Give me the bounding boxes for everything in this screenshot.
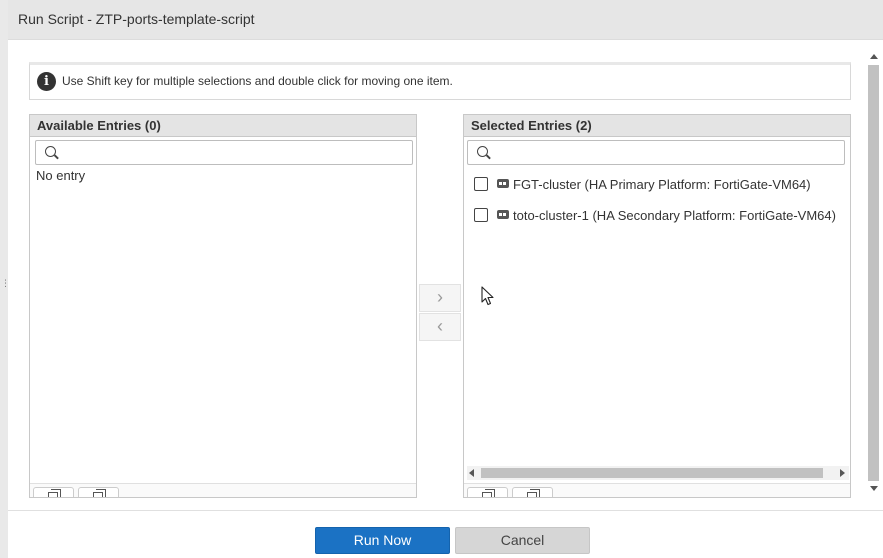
selected-entries-list: FGT-cluster (HA Primary Platform: FortiG… (464, 173, 850, 235)
list-item[interactable]: FGT-cluster (HA Primary Platform: FortiG… (464, 173, 850, 204)
cancel-button[interactable]: Cancel (455, 527, 590, 554)
available-panel-footer (30, 483, 416, 497)
horizontal-scrollbar[interactable] (467, 466, 849, 480)
scrollbar-thumb[interactable] (481, 468, 823, 478)
info-banner: i Use Shift key for multiple selections … (29, 62, 851, 100)
available-search-box[interactable] (35, 140, 413, 165)
selected-panel-footer (464, 483, 850, 497)
selected-entries-panel: Selected Entries (2) FGT-cluster (HA Pri… (463, 114, 851, 498)
item-checkbox[interactable] (474, 208, 488, 222)
item-label: FGT-cluster (HA Primary Platform: FortiG… (513, 177, 811, 192)
available-search-input[interactable] (62, 143, 407, 162)
select-all-button[interactable] (467, 487, 508, 497)
scroll-up-icon[interactable] (870, 54, 878, 59)
scroll-down-icon[interactable] (870, 486, 878, 491)
vertical-scrollbar[interactable] (866, 50, 881, 497)
run-script-dialog: ⋮ Run Script - ZTP-ports-template-script… (0, 0, 883, 558)
ha-cluster-device-icon (497, 210, 509, 219)
no-entry-text: No entry (36, 168, 86, 183)
resize-strip[interactable]: ⋮ (0, 0, 10, 558)
available-entries-header: Available Entries (0) (30, 115, 416, 137)
scroll-right-icon[interactable] (840, 469, 845, 477)
run-now-button[interactable]: Run Now (315, 527, 450, 554)
mouse-cursor-icon (481, 286, 494, 306)
search-icon (477, 146, 488, 157)
dialog-title: Run Script - ZTP-ports-template-script (18, 11, 255, 27)
grip-icon[interactable]: ⋮ (1, 279, 10, 288)
deselect-all-button[interactable] (78, 487, 119, 497)
copy-icon (93, 489, 106, 497)
move-right-button[interactable]: › (419, 284, 461, 312)
item-label: toto-cluster-1 (HA Secondary Platform: F… (513, 208, 836, 223)
dialog-footer: Run Now Cancel (8, 510, 883, 558)
scroll-left-icon[interactable] (469, 469, 474, 477)
move-left-button[interactable]: ‹ (419, 313, 461, 341)
info-icon: i (37, 72, 56, 91)
selected-entries-header: Selected Entries (2) (464, 115, 850, 137)
scrollbar-thumb[interactable] (868, 65, 879, 481)
ha-cluster-device-icon (497, 179, 509, 188)
info-text: Use Shift key for multiple selections an… (62, 74, 453, 88)
copy-icon (527, 489, 540, 497)
deselect-all-button[interactable] (512, 487, 553, 497)
selected-search-box[interactable] (467, 140, 845, 165)
list-item[interactable]: toto-cluster-1 (HA Secondary Platform: F… (464, 204, 850, 235)
available-entries-panel: Available Entries (0) No entry (29, 114, 417, 498)
dialog-title-bar: Run Script - ZTP-ports-template-script (8, 0, 883, 40)
search-icon (45, 146, 56, 157)
select-all-button[interactable] (33, 487, 74, 497)
copy-icon (482, 489, 495, 497)
selected-search-input[interactable] (494, 143, 839, 162)
item-checkbox[interactable] (474, 177, 488, 191)
copy-icon (48, 489, 61, 497)
